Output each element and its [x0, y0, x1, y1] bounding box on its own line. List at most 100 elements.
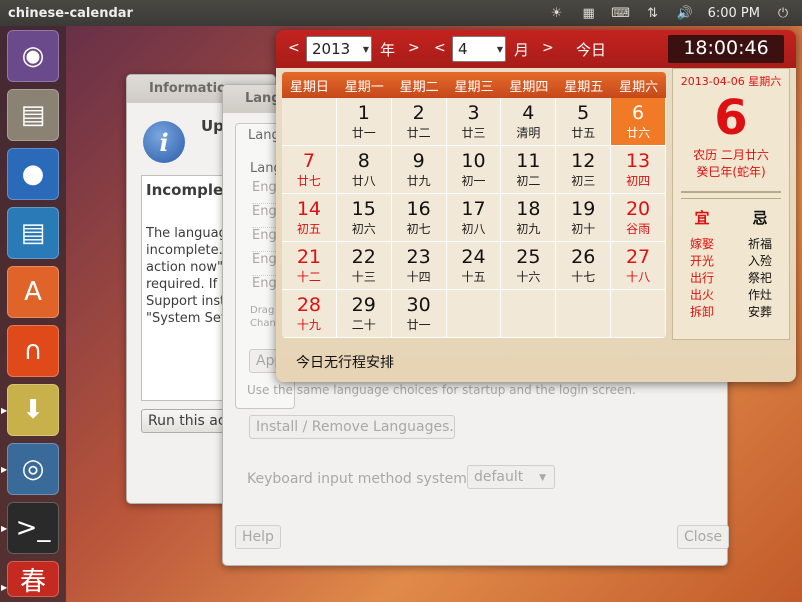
day-cell[interactable]: 18 初九 — [501, 194, 557, 242]
day-cell[interactable]: 14 初五 — [282, 194, 337, 242]
day-cell[interactable]: 3 廿三 — [446, 98, 502, 146]
next-year-button[interactable]: > — [408, 40, 420, 56]
day-cell[interactable]: 29 二十 — [336, 290, 392, 338]
writer-icon[interactable]: ▤ — [7, 207, 59, 259]
files-icon[interactable]: ▤ — [7, 89, 59, 141]
help-button[interactable]: Help — [235, 525, 281, 549]
ubuntu-one-icon[interactable]: ∩ — [7, 325, 59, 377]
empty-day-cell — [611, 290, 666, 338]
lunar-day: 十六 — [516, 270, 541, 284]
selected-day-number: 6 — [714, 90, 748, 146]
firefox-icon[interactable]: ● — [7, 148, 59, 200]
day-cell[interactable]: 9 廿九 — [391, 146, 447, 194]
year-spinner[interactable]: 2013 ▼ — [306, 36, 372, 62]
calendar-indicator-icon[interactable]: ▦ — [580, 5, 598, 21]
clock[interactable]: 6:00 PM — [708, 6, 760, 21]
startup-note: Use the same language choices for startu… — [247, 383, 636, 397]
schedule-text: 今日无行程安排 — [296, 355, 394, 371]
day-cell[interactable]: 2 廿二 — [391, 98, 447, 146]
day-number: 23 — [406, 246, 431, 268]
chinese-calendar-widget: < 2013 ▼ 年 > < 4 ▼ 月 > 今日 18:00:46 星期日 星期… — [276, 30, 796, 382]
day-number: 3 — [467, 102, 480, 124]
info-icon: i — [143, 121, 185, 163]
workspace-icon[interactable]: ▶ ◎ — [1, 443, 59, 495]
day-cell[interactable]: 25 十六 — [501, 242, 557, 290]
close-button[interactable]: Close — [677, 525, 730, 549]
day-number: 24 — [461, 246, 486, 268]
day-detail-panel: 2013-04-06 星期六 6 农历 二月廿六 癸巳年(蛇年) 宜 嫁娶 开光… — [672, 68, 790, 340]
day-number: 6 — [632, 102, 645, 124]
day-number: 16 — [406, 198, 431, 220]
day-number: 5 — [577, 102, 590, 124]
day-cell[interactable]: 27 十八 — [611, 242, 666, 290]
day-cell[interactable]: 13 初四 — [611, 146, 666, 194]
day-cell[interactable]: 5 廿五 — [556, 98, 612, 146]
lunar-day: 初八 — [461, 222, 486, 236]
power-icon[interactable]: ⏻ — [774, 5, 792, 21]
day-cell[interactable]: 16 初七 — [391, 194, 447, 242]
weekday-label: 星期五 — [564, 80, 604, 95]
day-number: 28 — [296, 294, 322, 316]
keyboard-input-select[interactable]: default ▼ — [467, 465, 555, 489]
day-cell[interactable]: 4 清明 — [501, 98, 557, 146]
yi-item: 嫁娶 — [689, 237, 714, 251]
day-cell[interactable]: 11 初二 — [501, 146, 557, 194]
empty-day-cell — [556, 290, 612, 338]
day-cell[interactable]: 24 十五 — [446, 242, 502, 290]
calendar-header: < 2013 ▼ 年 > < 4 ▼ 月 > 今日 18:00:46 — [276, 30, 796, 68]
day-cell[interactable]: 7 廿七 — [282, 146, 337, 194]
ji-item: 祈福 — [747, 237, 772, 251]
day-cell[interactable]: 8 廿八 — [336, 146, 392, 194]
day-number: 25 — [516, 246, 541, 268]
network-icon[interactable]: ⇅ — [644, 5, 662, 21]
day-number: 13 — [625, 150, 651, 172]
day-cell[interactable]: 20 谷雨 — [611, 194, 666, 242]
day-cell[interactable]: 19 初十 — [556, 194, 612, 242]
day-cell[interactable]: 26 十七 — [556, 242, 612, 290]
next-month-button[interactable]: > — [542, 40, 554, 56]
software-center-icon[interactable]: A — [7, 266, 59, 318]
day-number: 14 — [296, 198, 322, 220]
day-cell[interactable]: 6 廿六 — [611, 98, 666, 146]
day-number: 12 — [571, 150, 596, 172]
lunar-day: 十七 — [571, 270, 596, 284]
update-manager-icon[interactable]: ▶ ⬇ — [1, 384, 59, 436]
day-cell[interactable]: 12 初三 — [556, 146, 612, 194]
lunar-day: 二十 — [351, 318, 376, 332]
yi-ji-section: 宜 嫁娶 开光 出行 出火 拆卸 忌 祈福 入殓 祭祀 作灶 安葬 — [673, 207, 789, 321]
lunar-day: 初九 — [516, 222, 541, 236]
terminal-icon[interactable]: ▶ >_ — [1, 502, 59, 554]
day-cell[interactable]: 1 廿一 — [336, 98, 392, 146]
install-remove-languages-button[interactable]: Install / Remove Languages... — [249, 415, 455, 439]
chinese-calendar-icon[interactable]: ▶ 春 — [1, 561, 59, 597]
volume-icon[interactable]: 🔊 — [676, 5, 694, 21]
today-button[interactable]: 今日 — [576, 39, 606, 60]
prev-month-button[interactable]: < — [434, 40, 446, 56]
day-cell[interactable]: 30 廿一 — [391, 290, 447, 338]
ji-item: 作灶 — [747, 288, 772, 302]
day-number: 8 — [357, 150, 370, 172]
keyboard-icon[interactable]: ⌨ — [611, 5, 630, 21]
day-cell[interactable]: 28 十九 — [282, 290, 337, 338]
month-spinner[interactable]: 4 ▼ — [452, 36, 506, 62]
prev-year-button[interactable]: < — [288, 40, 300, 56]
day-cell[interactable]: 10 初一 — [446, 146, 502, 194]
ji-item: 安葬 — [747, 305, 772, 319]
day-number: 17 — [461, 198, 486, 220]
update-heading: Up — [201, 117, 224, 135]
day-cell[interactable]: 17 初八 — [446, 194, 502, 242]
ji-item: 祭祀 — [747, 271, 772, 285]
weather-icon[interactable]: ☀ — [548, 5, 566, 21]
ji-item: 入殓 — [747, 254, 772, 268]
chevron-down-icon: ▼ — [496, 45, 503, 54]
day-cell[interactable]: 23 十四 — [391, 242, 447, 290]
month-label: 月 — [514, 41, 530, 59]
day-cell[interactable]: 22 十三 — [336, 242, 392, 290]
day-cell[interactable]: 21 十二 — [282, 242, 337, 290]
yi-item: 出行 — [689, 271, 714, 285]
ganzhi-year: 癸巳年(蛇年) — [696, 165, 766, 179]
ubuntu-icon[interactable]: ◉ — [7, 30, 59, 82]
day-cell[interactable]: 15 初六 — [336, 194, 392, 242]
day-number: 18 — [516, 198, 541, 220]
chevron-down-icon: ▼ — [362, 45, 369, 54]
